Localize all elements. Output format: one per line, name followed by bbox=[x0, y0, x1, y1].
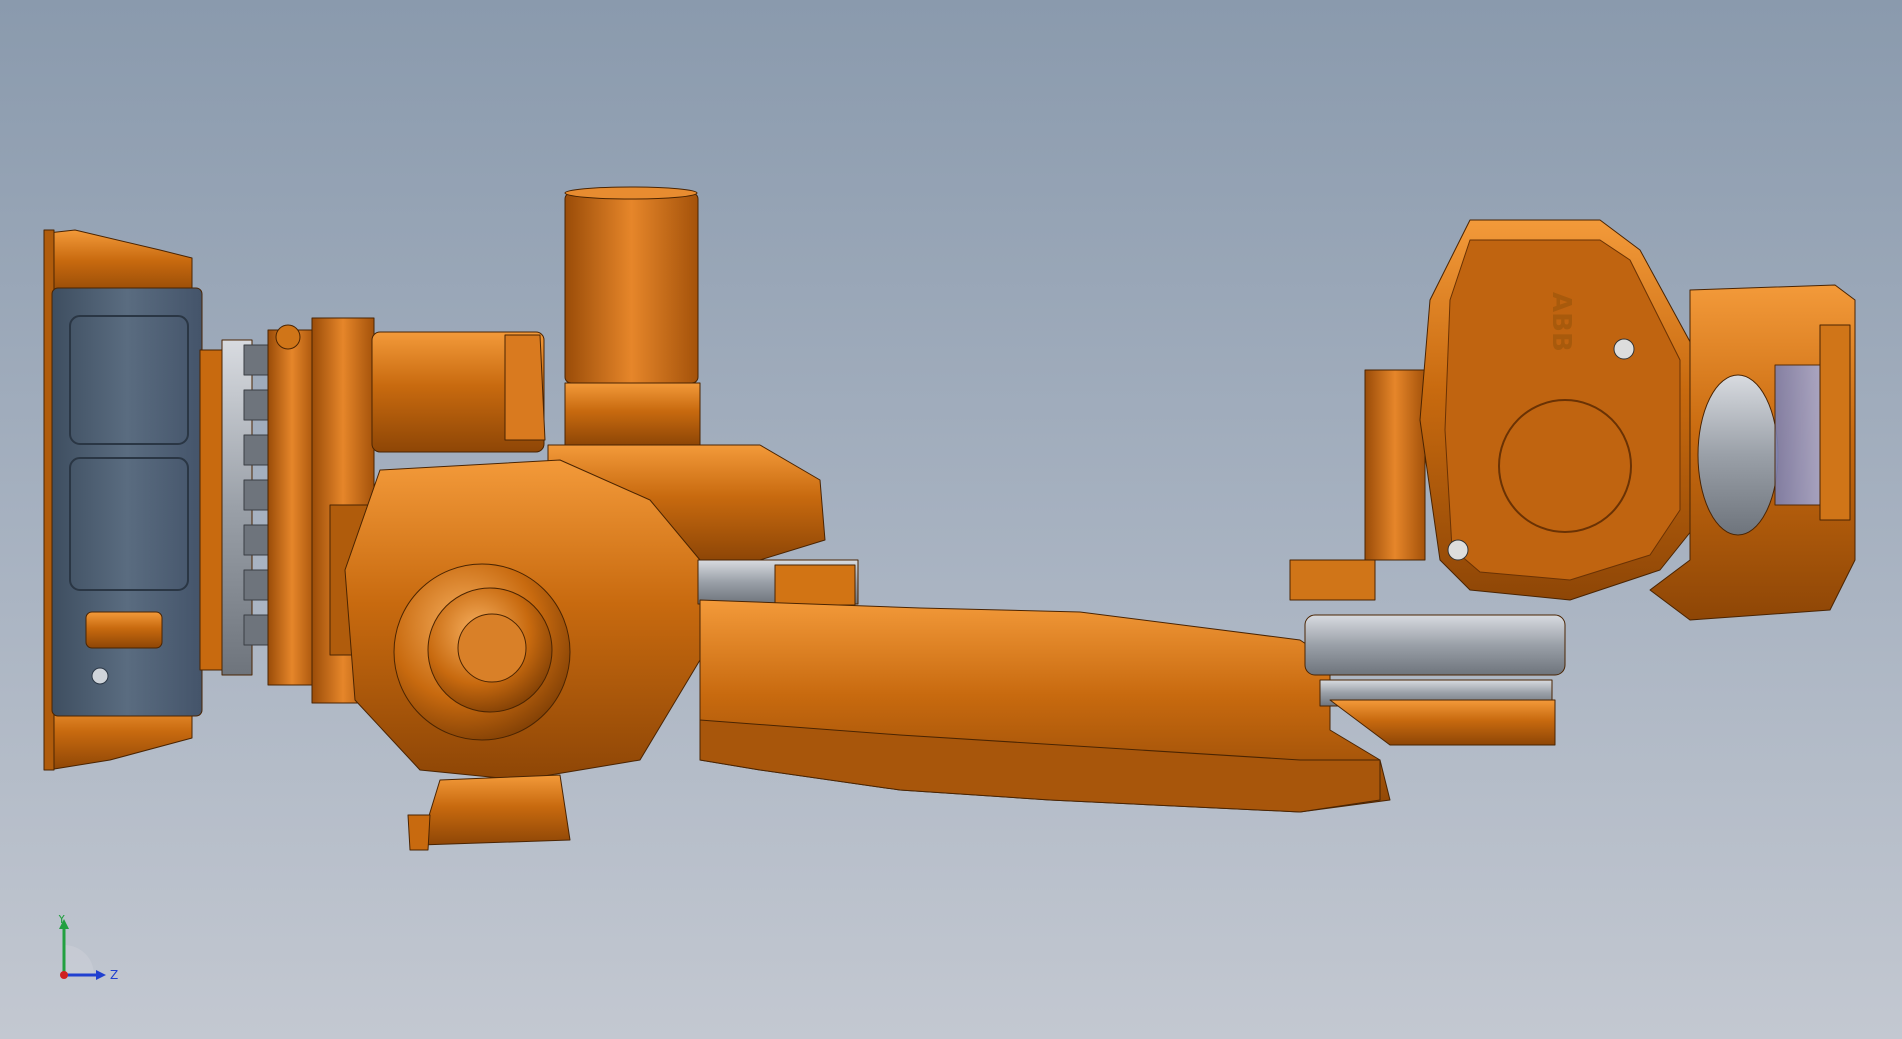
brand-logo: ABB bbox=[1546, 292, 1576, 352]
connector-plate bbox=[85, 611, 163, 649]
base-label-icon bbox=[275, 324, 301, 350]
wrist-assembly[interactable]: ABB bbox=[1289, 219, 1856, 621]
axis3-motor bbox=[564, 192, 699, 384]
robot-arm-model[interactable]: ABB bbox=[0, 0, 1902, 1039]
z-axis-label: Z bbox=[110, 968, 118, 982]
cad-viewport[interactable]: ABB Y Z bbox=[0, 0, 1902, 1039]
view-orientation-triad[interactable]: Y Z bbox=[50, 915, 130, 985]
base-assembly[interactable] bbox=[43, 229, 391, 771]
tool-flange bbox=[1697, 374, 1779, 536]
triad-origin bbox=[60, 971, 68, 979]
y-axis-label: Y bbox=[57, 915, 66, 926]
base-cover-panel bbox=[51, 287, 203, 717]
wrist-bearing bbox=[1304, 614, 1566, 676]
